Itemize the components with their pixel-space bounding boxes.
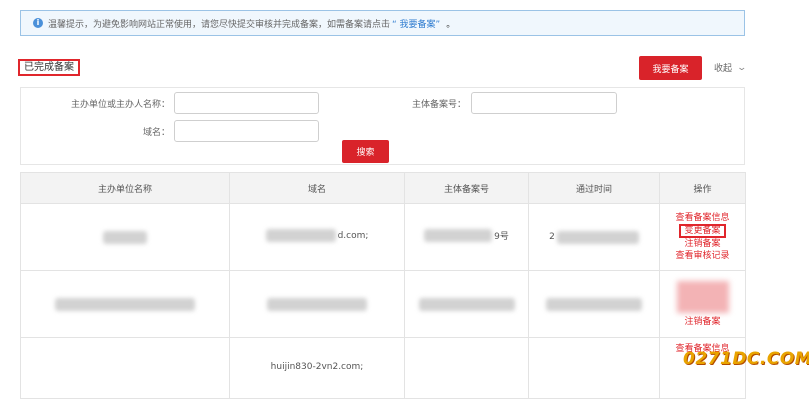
- domain-value: huijin830-2vn2.com;: [270, 362, 364, 372]
- approval-time-cell: 2: [528, 203, 660, 271]
- owner-cell: [20, 270, 230, 338]
- domain-cell: [229, 270, 405, 338]
- owner-cell: [20, 203, 230, 271]
- approval-time-value: 2: [549, 232, 555, 242]
- notice-bar: i 温馨提示，为避免影响网站正常使用，请您尽快提交审核并完成备案，如需备案请点击…: [20, 10, 745, 36]
- record-number-cell: [404, 270, 529, 338]
- domain-label: 域名：: [142, 128, 170, 138]
- owner-input[interactable]: [174, 92, 319, 114]
- section-title: 已完成备案: [18, 59, 80, 76]
- collapse-label: 收起: [714, 64, 733, 74]
- table-row: d.com; 9号 2 查看备案信息 变更备案 注销备案 查看审核记录: [20, 203, 746, 271]
- notice-text: 温馨提示，为避免影响网站正常使用，请您尽快提交审核并完成备案，如需备案请点击: [48, 19, 391, 30]
- header-actions: 操作: [659, 172, 746, 204]
- actions-cell: 查看备案信息 变更备案 注销备案 查看审核记录: [659, 203, 746, 271]
- chevron-down-icon: ⌄: [736, 62, 748, 73]
- record-number-value: 9号: [494, 232, 509, 242]
- domain-cell: huijin830-2vn2.com;: [229, 337, 405, 399]
- redacted-text: [418, 297, 515, 311]
- change-record-link[interactable]: 变更备案: [679, 224, 726, 238]
- domain-cell: d.com;: [229, 203, 405, 271]
- header-domain: 域名: [229, 172, 405, 204]
- domain-input[interactable]: [174, 120, 319, 142]
- view-review-log-link[interactable]: 查看审核记录: [675, 250, 729, 262]
- owner-cell: [20, 337, 230, 399]
- header-owner: 主办单位名称: [20, 172, 230, 204]
- view-record-link[interactable]: 查看备案信息: [675, 212, 729, 224]
- record-number-input[interactable]: [471, 92, 617, 114]
- redacted-text: [546, 297, 642, 311]
- actions-cell: 注销备案: [659, 270, 746, 338]
- search-button[interactable]: 搜索: [342, 140, 389, 163]
- header-approval-time: 通过时间: [528, 172, 660, 204]
- cancel-record-link[interactable]: 注销备案: [684, 238, 720, 250]
- record-number-cell: 9号: [404, 203, 529, 271]
- redacted-text: [556, 230, 639, 244]
- approval-time-cell: [528, 270, 660, 338]
- table-row: huijin830-2vn2.com; 查看备案信息: [20, 337, 746, 399]
- records-table: 主办单位名称 域名 主体备案号 通过时间 操作 d.com; 9号 2 查看备案…: [20, 172, 746, 399]
- info-icon: i: [33, 18, 43, 28]
- redacted-actions: [676, 280, 729, 313]
- record-number-cell: [404, 337, 529, 399]
- redacted-text: [265, 229, 336, 242]
- record-number-label: 主体备案号：: [411, 100, 466, 110]
- domain-value: d.com;: [337, 230, 369, 241]
- apply-link[interactable]: “ 我要备案”: [392, 17, 440, 30]
- collapse-toggle[interactable]: 收起 ⌄: [714, 61, 748, 75]
- cancel-record-link[interactable]: 注销备案: [684, 316, 720, 328]
- redacted-text: [267, 297, 367, 311]
- table-header-row: 主办单位名称 域名 主体备案号 通过时间 操作: [20, 172, 746, 204]
- apply-button[interactable]: 我要备案: [639, 56, 702, 80]
- redacted-text: [103, 230, 147, 244]
- redacted-text: [55, 297, 195, 311]
- approval-time-cell: [528, 337, 660, 399]
- header-record-number: 主体备案号: [404, 172, 529, 204]
- redacted-text: [424, 229, 493, 242]
- site-watermark: 0271DC.COM: [683, 349, 809, 369]
- notice-tail: 。: [446, 19, 456, 30]
- table-row: 注销备案: [20, 270, 746, 338]
- owner-label: 主办单位或主办人名称：: [70, 100, 170, 110]
